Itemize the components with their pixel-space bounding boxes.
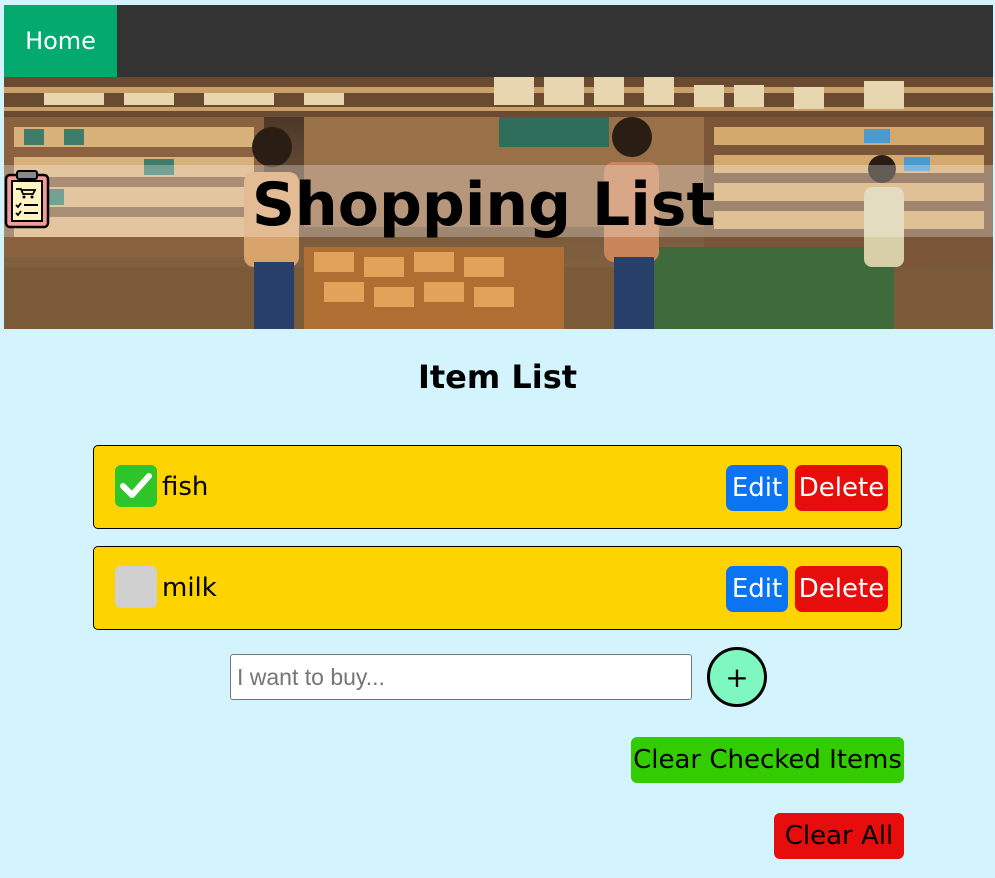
edit-button[interactable]: Edit	[726, 566, 788, 612]
hero-banner: Shopping List	[4, 77, 993, 329]
new-item-input[interactable]	[230, 654, 692, 700]
checkmark-icon	[120, 473, 152, 498]
item-label: milk	[162, 573, 217, 603]
item-label: fish	[162, 472, 209, 502]
delete-button[interactable]: Delete	[795, 465, 888, 511]
item-checkbox[interactable]	[115, 566, 157, 608]
edit-button[interactable]: Edit	[726, 465, 788, 511]
clear-checked-items-button[interactable]: Clear Checked Items	[631, 737, 904, 783]
list-item: fish Edit Delete	[93, 445, 902, 529]
list-item: milk Edit Delete	[93, 546, 902, 630]
plus-icon: +	[725, 660, 749, 694]
nav-home-link[interactable]: Home	[4, 5, 117, 77]
clear-all-button[interactable]: Clear All	[774, 813, 904, 859]
item-checkbox[interactable]	[115, 465, 157, 507]
delete-button[interactable]: Delete	[795, 566, 888, 612]
top-navbar: Home	[4, 5, 993, 77]
page-title: Shopping List	[4, 169, 993, 241]
item-list-heading: Item List	[417, 358, 578, 396]
add-item-button[interactable]: +	[707, 647, 767, 707]
